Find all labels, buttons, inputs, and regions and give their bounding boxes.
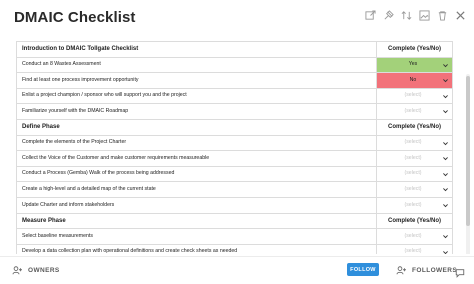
- checklist-row: Collect the Voice of the Customer and ma…: [16, 150, 453, 167]
- chevron-down-icon: [442, 77, 449, 84]
- checklist-item-label: Collect the Voice of the Customer and ma…: [16, 150, 377, 167]
- checklist-item-label: Conduct a Process (Gemba) Walk of the pr…: [16, 165, 377, 183]
- checklist-row: Select baseline measurements (select): [16, 228, 453, 245]
- checklist-row: Complete the elements of the Project Cha…: [16, 134, 453, 152]
- scrollbar-thumb[interactable]: [466, 76, 470, 226]
- checklist-item-label: Conduct an 8 Wastes Assessment: [16, 56, 377, 74]
- pin-icon[interactable]: [383, 10, 394, 21]
- checklist-item-label: Complete the elements of the Project Cha…: [16, 134, 377, 152]
- section-title: Measure Phase: [16, 212, 377, 230]
- checklist-row: Enlist a project champion / sponsor who …: [16, 87, 453, 105]
- status-dropdown[interactable]: (select): [376, 196, 453, 214]
- status-dropdown[interactable]: (select): [376, 103, 453, 120]
- status-dropdown[interactable]: (select): [376, 243, 453, 254]
- status-dropdown[interactable]: (select): [376, 165, 453, 183]
- chevron-down-icon: [442, 249, 449, 254]
- add-user-icon: [12, 266, 22, 275]
- status-dropdown[interactable]: No: [376, 72, 453, 89]
- image-icon[interactable]: [419, 10, 430, 21]
- checklist-item-label: Update Charter and inform stakeholders: [16, 196, 377, 214]
- add-user-icon: [396, 266, 406, 275]
- followers-label: FOLLOWERS: [412, 267, 458, 274]
- checklist-item-label: Select baseline measurements: [16, 228, 377, 245]
- checklist-item-label: Enlist a project champion / sponsor who …: [16, 87, 377, 105]
- owners-button[interactable]: OWNERS: [12, 266, 60, 275]
- checklist-row: Familiarize yourself with the DMAIC Road…: [16, 103, 453, 120]
- checklist-item-label: Find at least one process improvement op…: [16, 72, 377, 89]
- status-dropdown[interactable]: (select): [376, 87, 453, 105]
- status-dropdown[interactable]: (select): [376, 134, 453, 152]
- dropdown-value: (select): [404, 154, 422, 161]
- section-header-row: Introduction to DMAIC Tollgate Checklist…: [16, 41, 453, 58]
- checklist-item-label: Develop a data collection plan with oper…: [16, 243, 377, 254]
- comment-icon[interactable]: [455, 265, 465, 278]
- dropdown-value: (select): [404, 232, 422, 239]
- status-dropdown[interactable]: (select): [376, 228, 453, 245]
- status-dropdown[interactable]: (select): [376, 150, 453, 167]
- checklist-row: Conduct an 8 Wastes Assessment Yes: [16, 56, 453, 74]
- column-header: Complete (Yes/No): [376, 41, 453, 58]
- footer-bar: OWNERS FOLLOW FOLLOWERS: [0, 256, 474, 284]
- chevron-down-icon: [442, 140, 449, 147]
- dropdown-value: (select): [404, 139, 422, 146]
- dropdown-value: No: [409, 76, 417, 83]
- follow-button[interactable]: FOLLOW: [347, 263, 379, 276]
- chevron-down-icon: [442, 233, 449, 240]
- followers-button[interactable]: FOLLOWERS: [396, 266, 457, 275]
- dropdown-value: (select): [404, 248, 422, 254]
- chevron-down-icon: [442, 108, 449, 115]
- chevron-down-icon: [442, 93, 449, 100]
- dropdown-value: Yes: [408, 61, 418, 68]
- window-title: DMAIC Checklist: [14, 9, 136, 26]
- dropdown-value: (select): [404, 108, 422, 115]
- dropdown-value: (select): [404, 170, 422, 177]
- status-dropdown[interactable]: (select): [376, 181, 453, 198]
- checklist-item-label: Create a high-level and a detailed map o…: [16, 181, 377, 198]
- chevron-down-icon: [442, 62, 449, 69]
- checklist-content: Introduction to DMAIC Tollgate Checklist…: [0, 34, 474, 254]
- dropdown-value: (select): [404, 201, 422, 208]
- section-title: Introduction to DMAIC Tollgate Checklist: [16, 41, 377, 58]
- dropdown-value: (select): [404, 92, 422, 99]
- column-header: Complete (Yes/No): [376, 118, 453, 136]
- checklist-item-label: Familiarize yourself with the DMAIC Road…: [16, 103, 377, 120]
- checklist-row: Develop a data collection plan with oper…: [16, 243, 453, 254]
- chevron-down-icon: [442, 202, 449, 209]
- section-header-row: Define Phase Complete (Yes/No): [16, 118, 453, 136]
- toolbar: [365, 10, 466, 21]
- sort-icon[interactable]: [401, 10, 412, 21]
- chevron-down-icon: [442, 186, 449, 193]
- status-dropdown[interactable]: Yes: [376, 56, 453, 74]
- external-link-icon[interactable]: [365, 10, 376, 21]
- chevron-down-icon: [442, 155, 449, 162]
- checklist-row: Find at least one process improvement op…: [16, 72, 453, 89]
- chevron-down-icon: [442, 171, 449, 178]
- window-header: DMAIC Checklist: [0, 0, 474, 34]
- column-header: Complete (Yes/No): [376, 212, 453, 230]
- close-icon[interactable]: [455, 10, 466, 21]
- section-title: Define Phase: [16, 118, 377, 136]
- checklist-row: Conduct a Process (Gemba) Walk of the pr…: [16, 165, 453, 183]
- dropdown-value: (select): [404, 186, 422, 193]
- trash-icon[interactable]: [437, 10, 448, 21]
- owners-label: OWNERS: [28, 267, 60, 274]
- section-header-row: Measure Phase Complete (Yes/No): [16, 212, 453, 230]
- checklist-row: Update Charter and inform stakeholders (s…: [16, 196, 453, 214]
- checklist-row: Create a high-level and a detailed map o…: [16, 181, 453, 198]
- checklist-table: Introduction to DMAIC Tollgate Checklist…: [16, 41, 453, 254]
